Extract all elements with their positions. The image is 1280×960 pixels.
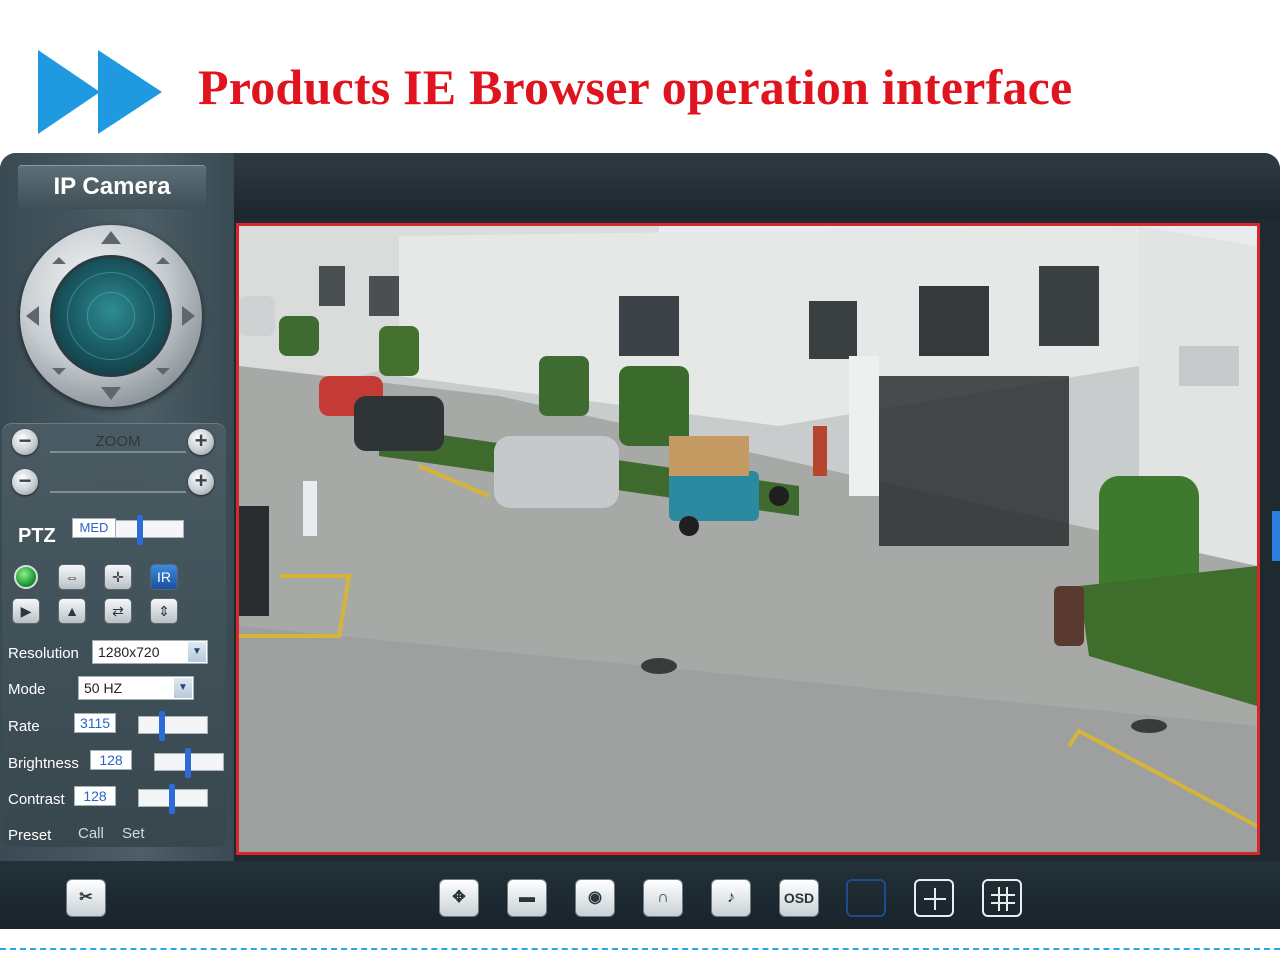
chevron-down-icon: ▼ (174, 678, 192, 698)
single-view-button[interactable] (846, 879, 886, 917)
focus-near-button[interactable]: − (12, 469, 38, 495)
rate-label: Rate (8, 718, 40, 735)
pan-left-arrow-icon[interactable] (26, 306, 39, 326)
ptz-label: PTZ (18, 525, 56, 547)
ptz-direction-button[interactable]: ✥ (439, 879, 479, 917)
mode-label: Mode (8, 681, 46, 698)
quad-view-button[interactable] (914, 879, 954, 917)
pan-down-right-arrow-icon[interactable] (156, 361, 170, 375)
pan-up-left-arrow-icon[interactable] (52, 257, 66, 271)
brightness-slider-thumb[interactable] (185, 748, 191, 778)
joystick-lens[interactable] (50, 255, 172, 377)
top-bar (234, 153, 1280, 219)
zoom-in-button[interactable]: + (188, 429, 214, 455)
ir-mode-button[interactable]: IR (150, 564, 178, 590)
camera-feed-image (239, 226, 1257, 852)
pan-up-right-arrow-icon[interactable] (156, 257, 170, 271)
grid-3x3-icon (991, 887, 1015, 911)
ptz-joystick[interactable] (20, 225, 202, 407)
zoom-label: ZOOM (50, 431, 186, 453)
bottom-toolbar: ✂ ✥ ▬ ◉ ∩ ♪ OSD (0, 861, 1280, 929)
pan-down-arrow-icon[interactable] (101, 387, 121, 400)
slide-title: Products IE Browser operation interface (198, 59, 1073, 115)
brand-label: IP Camera (18, 165, 206, 209)
vertical-cruise-button[interactable]: ⇕ (150, 598, 178, 624)
pan-up-arrow-icon[interactable] (101, 231, 121, 244)
focus-label: Focus (50, 471, 186, 493)
rate-slider[interactable] (138, 711, 208, 741)
live-video-view[interactable] (236, 223, 1260, 855)
rate-value: 3115 (74, 713, 116, 733)
focus-far-button[interactable]: + (188, 469, 214, 495)
resolution-value: 1280x720 (98, 644, 160, 660)
contrast-slider[interactable] (138, 784, 208, 814)
status-led-icon (14, 565, 38, 589)
settings-tools-icon[interactable]: ✂ (66, 879, 106, 917)
preset-label: Preset (8, 827, 52, 844)
camera-settings-panel: − ZOOM + − Focus + PTZ MED ⇔ ✛ IR ▶ ▲ ⇄ … (2, 423, 226, 847)
snapshot-camera-button[interactable]: ◉ (575, 879, 615, 917)
pan-right-arrow-icon[interactable] (182, 306, 195, 326)
ptz-speed-value: MED (72, 518, 116, 538)
ptz-speed-slider[interactable]: MED (72, 515, 184, 545)
ip-camera-app-window: IP Camera − ZOOM + − Focus + PTZ MED ⇔ ✛… (0, 153, 1280, 929)
nine-view-button[interactable] (982, 879, 1022, 917)
brightness-value: 128 (90, 750, 132, 770)
control-sidebar: IP Camera − ZOOM + − Focus + PTZ MED ⇔ ✛… (0, 153, 234, 929)
mode-select[interactable]: 50 HZ ▼ (78, 676, 194, 700)
osd-button[interactable]: OSD (779, 879, 819, 917)
contrast-value: 128 (74, 786, 116, 806)
preset-set-button[interactable]: Set (122, 825, 145, 842)
mode-value: 50 HZ (84, 680, 123, 696)
rate-slider-thumb[interactable] (159, 711, 165, 741)
ptz-speed-thumb[interactable] (137, 515, 143, 545)
flip-button[interactable]: ▲ (58, 598, 86, 624)
footer-dashed-divider (0, 948, 1280, 950)
audio-headphone-button[interactable]: ∩ (643, 879, 683, 917)
chevron-down-icon: ▼ (188, 642, 206, 662)
resolution-label: Resolution (8, 645, 79, 662)
side-expand-tab[interactable] (1272, 511, 1280, 561)
grid-2x2-icon (924, 888, 946, 910)
fast-forward-icon (38, 50, 162, 134)
center-button[interactable]: ✛ (104, 564, 132, 590)
mirror-button[interactable]: ⇄ (104, 598, 132, 624)
contrast-label: Contrast (8, 791, 65, 808)
brightness-label: Brightness (8, 755, 79, 772)
brightness-slider[interactable] (154, 748, 224, 778)
contrast-slider-thumb[interactable] (169, 784, 175, 814)
lens-ring (87, 292, 135, 340)
play-button[interactable]: ▶ (12, 598, 40, 624)
horizontal-cruise-button[interactable]: ⇔ (58, 564, 86, 590)
preset-call-button[interactable]: Call (78, 825, 104, 842)
talk-microphone-button[interactable]: ♪ (711, 879, 751, 917)
record-video-button[interactable]: ▬ (507, 879, 547, 917)
pan-down-left-arrow-icon[interactable] (52, 361, 66, 375)
zoom-out-button[interactable]: − (12, 429, 38, 455)
resolution-select[interactable]: 1280x720 ▼ (92, 640, 208, 664)
